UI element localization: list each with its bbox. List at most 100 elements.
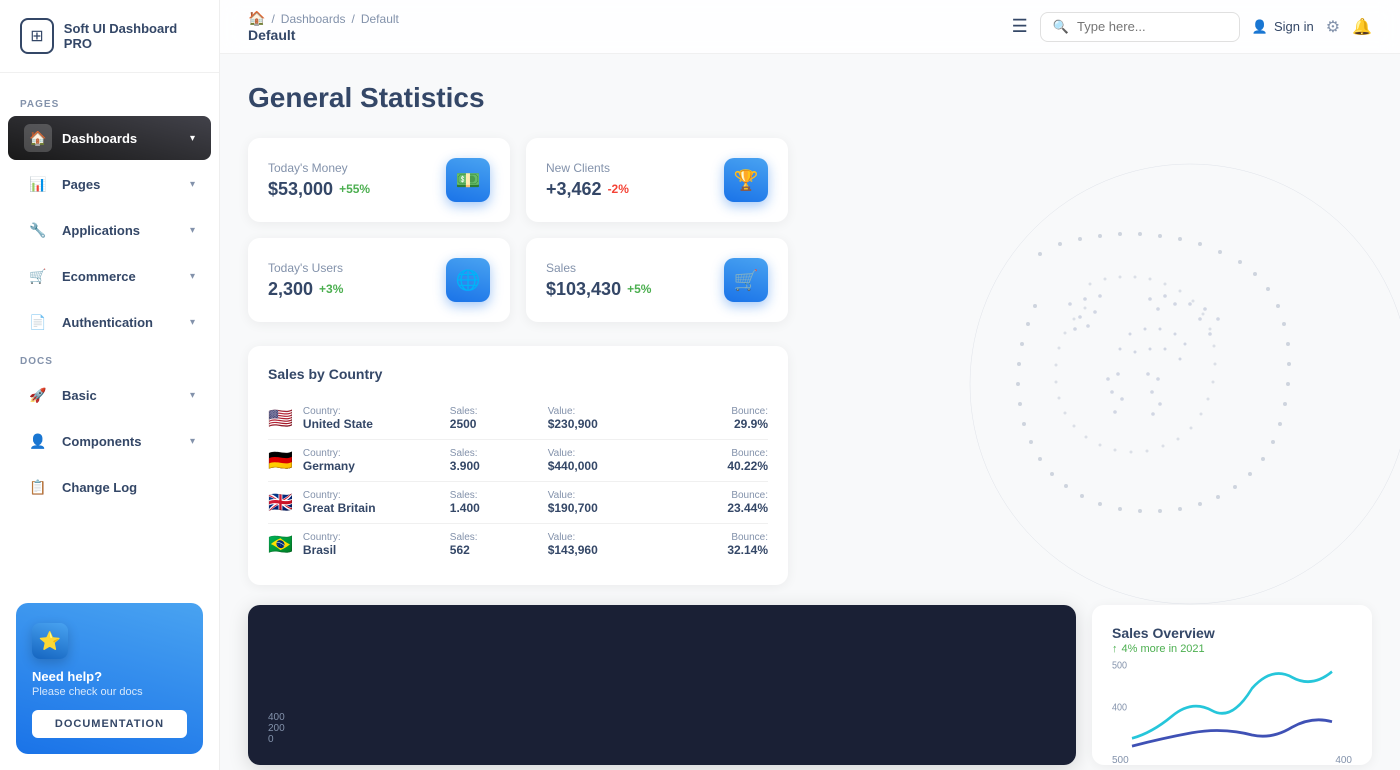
- sidebar-label-basic: Basic: [62, 388, 97, 403]
- breadcrumb-sep2: /: [352, 12, 355, 26]
- stat-value-users: 2,300 +3%: [268, 279, 343, 300]
- stat-icon-money: 💵: [446, 158, 490, 202]
- chevron-icon: ▾: [190, 133, 195, 144]
- help-title: Need help?: [32, 669, 187, 684]
- bottom-charts-row: 400 200 0 Sales Overview ↑ 4% more in 20…: [248, 605, 1372, 765]
- stat-value-money: $53,000 +55%: [268, 179, 370, 200]
- country-row-us: 🇺🇸 Country: United State Sales: 2500 Val…: [268, 398, 768, 440]
- changelog-icon: 📋: [24, 473, 52, 501]
- sales-by-country-card: Sales by Country 🇺🇸 Country: United Stat…: [248, 346, 788, 585]
- bar-chart-card: 400 200 0: [248, 605, 1076, 765]
- page-content: General Statistics: [220, 54, 1400, 770]
- app-name: Soft UI Dashboard PRO: [64, 21, 199, 51]
- main-area: 🏠 / Dashboards / Default Default ☰ 🔍 👤 S…: [220, 0, 1400, 770]
- sidebar-item-authentication[interactable]: 📄 Authentication ▾: [8, 300, 211, 344]
- chevron-icon: ▾: [190, 390, 195, 401]
- stat-icon-users: 🌐: [446, 258, 490, 302]
- sidebar-label-changelog: Change Log: [62, 480, 137, 495]
- svg-text:400: 400: [1112, 702, 1127, 714]
- y-label-400: 400: [1335, 755, 1352, 766]
- home-icon[interactable]: 🏠: [248, 10, 265, 27]
- stat-change-users: +3%: [319, 282, 343, 296]
- sidebar-label-ecommerce: Ecommerce: [62, 269, 136, 284]
- sidebar-item-components[interactable]: 👤 Components ▾: [8, 419, 211, 463]
- help-subtitle: Please check our docs: [32, 686, 187, 698]
- breadcrumb-default: Default: [361, 12, 399, 26]
- chevron-icon: ▾: [190, 436, 195, 447]
- stat-label-money: Today's Money: [268, 161, 370, 175]
- stat-icon-sales: 🛒: [724, 258, 768, 302]
- overview-subtitle: ↑ 4% more in 2021: [1112, 643, 1352, 655]
- stat-label-users: Today's Users: [268, 261, 343, 275]
- section-label-pages: PAGES: [0, 89, 219, 114]
- svg-text:500: 500: [1112, 660, 1127, 672]
- documentation-button[interactable]: DOCUMENTATION: [32, 710, 187, 738]
- logo-icon: ⊞: [20, 18, 54, 54]
- search-input[interactable]: [1077, 19, 1227, 34]
- stat-value-clients: +3,462 -2%: [546, 179, 629, 200]
- signin-button[interactable]: 👤 Sign in: [1252, 19, 1314, 35]
- sidebar-nav: PAGES 🏠 Dashboards ▾ 📊 Pages ▾ 🔧 Applica…: [0, 73, 219, 587]
- help-box: ⭐ Need help? Please check our docs DOCUM…: [16, 603, 203, 754]
- bar-y-labels: 400 200 0: [268, 712, 285, 745]
- page-heading: Default: [248, 27, 399, 43]
- y-label-200: 200: [268, 723, 285, 734]
- sidebar-item-applications[interactable]: 🔧 Applications ▾: [8, 208, 211, 252]
- sidebar-label-pages: Pages: [62, 177, 100, 192]
- search-icon: 🔍: [1053, 19, 1069, 35]
- components-icon: 👤: [24, 427, 52, 455]
- globe-decoration: [840, 134, 1400, 634]
- stat-card-money: Today's Money $53,000 +55% 💵: [248, 138, 510, 222]
- overview-title: Sales Overview: [1112, 625, 1352, 641]
- stat-card-sales: Sales $103,430 +5% 🛒: [526, 238, 788, 322]
- breadcrumb-sep1: /: [271, 12, 274, 26]
- country-label-us: Country:: [303, 406, 450, 417]
- stat-change-sales: +5%: [627, 282, 651, 296]
- user-icon: 👤: [1252, 19, 1268, 35]
- sidebar-item-ecommerce[interactable]: 🛒 Ecommerce ▾: [8, 254, 211, 298]
- flag-de: 🇩🇪: [268, 448, 293, 473]
- sales-overview-card: Sales Overview ↑ 4% more in 2021 500 400: [1092, 605, 1372, 765]
- stats-grid: Today's Money $53,000 +55% 💵 New Clients…: [248, 138, 788, 322]
- hamburger-icon[interactable]: ☰: [1012, 16, 1028, 37]
- settings-icon[interactable]: ⚙: [1326, 17, 1340, 37]
- flag-us: 🇺🇸: [268, 406, 293, 431]
- search-box: 🔍: [1040, 12, 1240, 42]
- overview-chart: 500 400: [1112, 655, 1352, 755]
- stat-card-clients: New Clients +3,462 -2% 🏆: [526, 138, 788, 222]
- stat-icon-clients: 🏆: [724, 158, 768, 202]
- stat-value-sales: $103,430 +5%: [546, 279, 651, 300]
- sidebar: ⊞ Soft UI Dashboard PRO PAGES 🏠 Dashboar…: [0, 0, 220, 770]
- sidebar-label-components: Components: [62, 434, 141, 449]
- breadcrumb-dashboards[interactable]: Dashboards: [281, 12, 346, 26]
- chevron-icon: ▾: [190, 317, 195, 328]
- sales-country-title: Sales by Country: [268, 366, 768, 382]
- page-title: General Statistics: [248, 82, 1372, 114]
- signin-label: Sign in: [1274, 19, 1314, 34]
- sidebar-label-dashboards: Dashboards: [62, 131, 137, 146]
- y-label-0: 0: [268, 734, 285, 745]
- stat-card-users: Today's Users 2,300 +3% 🌐: [248, 238, 510, 322]
- sidebar-item-changelog[interactable]: 📋 Change Log: [8, 465, 211, 509]
- sidebar-item-dashboards[interactable]: 🏠 Dashboards ▾: [8, 116, 211, 160]
- topbar: 🏠 / Dashboards / Default Default ☰ 🔍 👤 S…: [220, 0, 1400, 54]
- chevron-icon: ▾: [190, 179, 195, 190]
- stat-label-sales: Sales: [546, 261, 651, 275]
- notifications-icon[interactable]: 🔔: [1352, 17, 1372, 37]
- flag-br: 🇧🇷: [268, 532, 293, 557]
- sidebar-label-applications: Applications: [62, 223, 140, 238]
- breadcrumb-wrap: 🏠 / Dashboards / Default Default: [248, 10, 399, 43]
- chevron-icon: ▾: [190, 225, 195, 236]
- authentication-icon: 📄: [24, 308, 52, 336]
- sidebar-logo: ⊞ Soft UI Dashboard PRO: [0, 0, 219, 73]
- y-label-400: 400: [268, 712, 285, 723]
- ecommerce-icon: 🛒: [24, 262, 52, 290]
- stat-change-clients: -2%: [608, 182, 629, 196]
- country-name-us: United State: [303, 417, 450, 431]
- country-row-gb: 🇬🇧 Country: Great Britain Sales: 1.400 V…: [268, 482, 768, 524]
- dashboards-icon: 🏠: [24, 124, 52, 152]
- sidebar-label-authentication: Authentication: [62, 315, 153, 330]
- chevron-icon: ▾: [190, 271, 195, 282]
- sidebar-item-basic[interactable]: 🚀 Basic ▾: [8, 373, 211, 417]
- sidebar-item-pages[interactable]: 📊 Pages ▾: [8, 162, 211, 206]
